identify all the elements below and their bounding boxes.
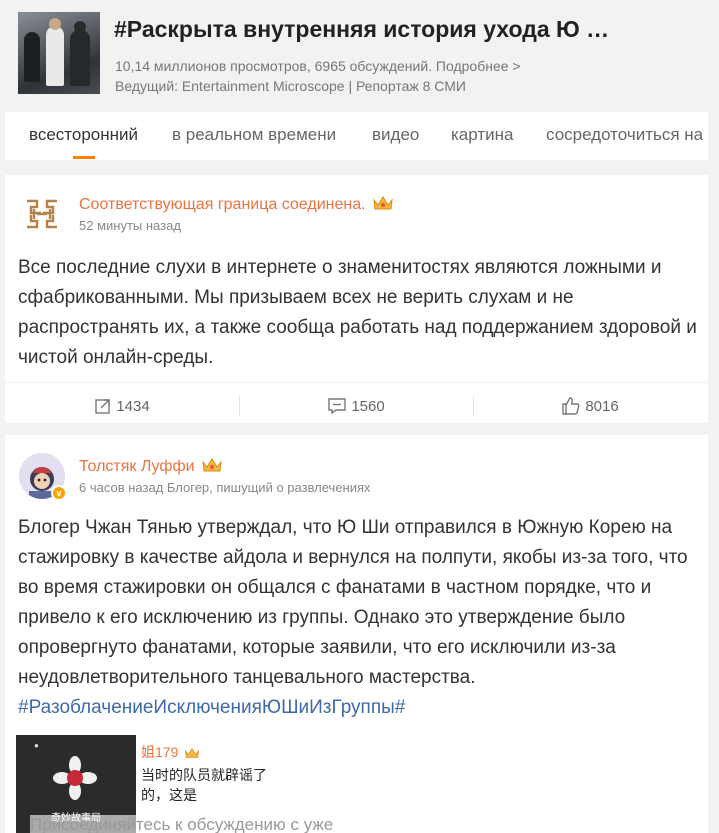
username-text[interactable]: Толстяк Луффи [79, 458, 195, 475]
flower-icon [53, 756, 97, 800]
tab-video[interactable]: видео [372, 125, 419, 145]
preview-comment-line: 的，这是 [141, 787, 197, 803]
topic-title: #Раскрыта внутренняя история ухода Ю … [114, 16, 610, 42]
image-corner-mark: ● [34, 741, 39, 750]
post-text: Блогер Чжан Тянью утверждал, что Ю Ши от… [18, 513, 703, 723]
topic-stats[interactable]: 10,14 миллионов просмотров, 6965 обсужде… [115, 58, 521, 74]
topic-header: #Раскрыта внутренняя история ухода Ю … 1… [0, 0, 719, 107]
preview-comment-line: 当时的队员就辟谣了 [141, 767, 267, 783]
topic-host: Ведущий: Entertainment Microscope | Репо… [115, 78, 466, 94]
thumbs-up-icon [562, 397, 580, 415]
post-actions: 1434 1560 8016 [5, 382, 708, 428]
crown-badge-icon [185, 747, 200, 758]
post-card: v Толстяк Луффи 6 часов назад Блогер, пи… [5, 435, 708, 833]
comment-icon [328, 398, 347, 415]
join-discussion-text[interactable]: Присоединяйтесь к обсуждению с уже [30, 815, 334, 833]
post-text: Все последние слухи в интернете о знамен… [18, 257, 697, 368]
active-tab-indicator [73, 156, 95, 159]
post-time: 6 часов назад Блогер, пишущий о развлече… [79, 480, 371, 495]
avatar[interactable] [19, 191, 65, 237]
post-username[interactable]: Толстяк Луффи [79, 456, 223, 476]
comment-button[interactable]: 1560 [239, 383, 473, 429]
repost-icon [95, 399, 111, 414]
crown-badge-icon [373, 196, 393, 210]
post-card: Соответствующая граница соединена. 52 ми… [5, 175, 708, 423]
ornament-avatar-icon [23, 195, 61, 233]
avatar[interactable]: v [19, 453, 67, 501]
tab-comprehensive[interactable]: всесторонний [29, 125, 138, 145]
like-button[interactable]: 8016 [473, 383, 707, 429]
tab-bar: всесторонний в реальном времени видео ка… [5, 112, 708, 160]
tab-picture[interactable]: картина [451, 125, 513, 145]
repost-count: 1434 [116, 397, 150, 415]
preview-username[interactable]: 姐179 [141, 742, 200, 762]
tab-focus[interactable]: сосредоточиться на [546, 125, 703, 145]
like-count: 8016 [585, 397, 619, 415]
repost-button[interactable]: 1434 [5, 383, 239, 429]
post-username[interactable]: Соответствующая граница соединена. [79, 194, 394, 214]
username-text[interactable]: Соответствующая граница соединена. [79, 196, 366, 213]
verified-badge: v [51, 485, 67, 501]
tab-realtime[interactable]: в реальном времени [172, 125, 336, 145]
crown-badge-icon [202, 458, 222, 472]
hashtag-link[interactable]: #РазоблачениеИсключенияЮШиИзГруппы# [18, 697, 405, 718]
post-time: 52 минуты назад [79, 218, 181, 233]
topic-thumbnail[interactable] [18, 12, 100, 94]
preview-username-text[interactable]: 姐179 [141, 744, 178, 760]
post-body: Блогер Чжан Тянью утверждал, что Ю Ши от… [18, 517, 688, 688]
comment-count: 1560 [351, 397, 385, 415]
